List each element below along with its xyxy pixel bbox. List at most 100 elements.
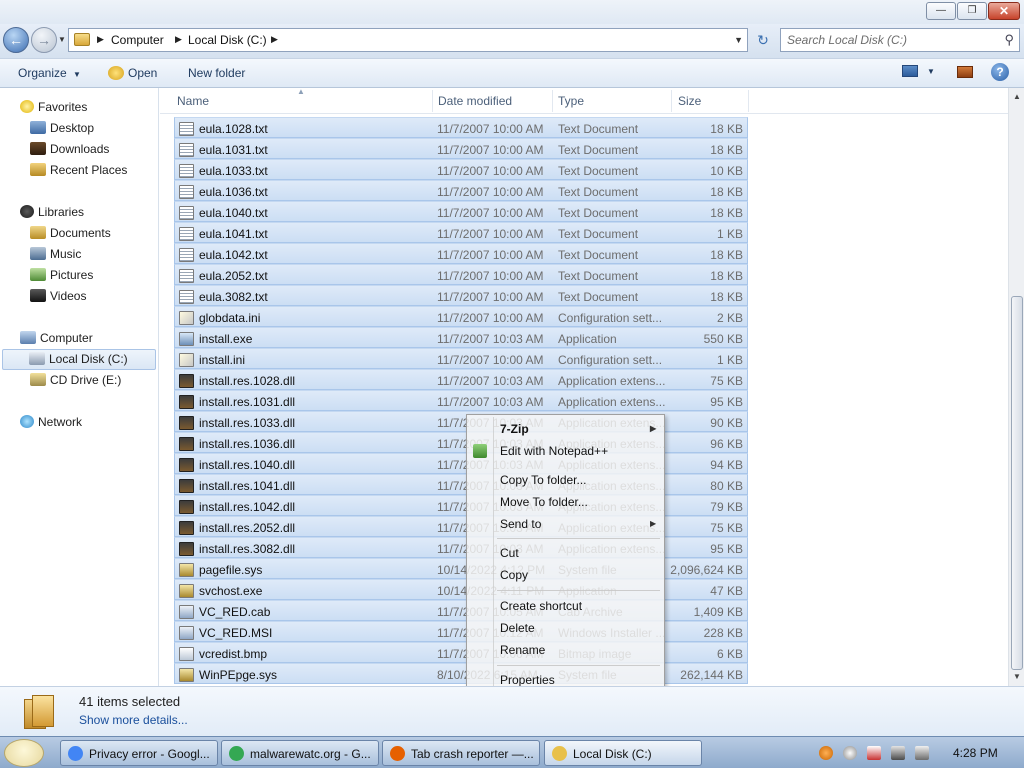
menu-item-create-shortcut[interactable]: Create shortcut	[500, 599, 582, 613]
new-folder-button[interactable]: New folder	[188, 66, 245, 80]
column-header-date[interactable]: Date modified	[438, 94, 512, 108]
scrollbar-thumb[interactable]	[1011, 296, 1023, 670]
file-row[interactable]: eula.2052.txt 11/7/2007 10:00 AM Text Docu…	[174, 264, 748, 285]
search-tray-icon[interactable]	[819, 746, 833, 760]
file-row[interactable]: eula.1033.txt 11/7/2007 10:00 AM Text Docu…	[174, 159, 748, 180]
menu-item-rename[interactable]: Rename	[500, 643, 545, 657]
search-box[interactable]: ⚲	[780, 28, 1020, 52]
search-icon[interactable]: ⚲	[1004, 32, 1014, 48]
nav-desktop[interactable]: Desktop	[30, 121, 94, 135]
preview-pane-icon[interactable]	[957, 66, 973, 78]
breadcrumb-separator-icon[interactable]: ▶	[271, 34, 278, 45]
nav-network[interactable]: Network	[20, 415, 82, 429]
file-row[interactable]: eula.1031.txt 11/7/2007 10:00 AM Text Docu…	[174, 138, 748, 159]
file-size: 18 KB	[710, 143, 743, 157]
nav-pictures[interactable]: Pictures	[30, 268, 93, 282]
taskbar-button[interactable]: Privacy error - Googl...	[60, 740, 218, 766]
menu-item-7zip[interactable]: 7-Zip ▶	[500, 422, 660, 436]
forward-button[interactable]: →	[31, 27, 57, 53]
nav-music[interactable]: Music	[30, 247, 81, 261]
computer-icon	[20, 331, 36, 344]
column-divider[interactable]	[748, 90, 749, 112]
open-button[interactable]: Open	[108, 66, 157, 80]
file-date: 11/7/2007 10:00 AM	[437, 185, 544, 199]
change-view-icon[interactable]	[902, 65, 918, 77]
menu-item-move-to-folder[interactable]: Move To folder...	[500, 495, 588, 509]
menu-item-edit-notepad[interactable]: Edit with Notepad++	[500, 444, 608, 458]
nav-documents[interactable]: Documents	[30, 226, 111, 240]
menu-item-copy[interactable]: Copy	[500, 568, 528, 582]
column-header-name[interactable]: Name	[177, 94, 209, 108]
nav-local-disk[interactable]: Local Disk (C:)	[2, 349, 156, 370]
selection-count: 41 items selected	[79, 694, 181, 709]
nav-cd-drive[interactable]: CD Drive (E:)	[30, 373, 121, 387]
file-size: 75 KB	[710, 521, 743, 535]
file-size: 75 KB	[710, 374, 743, 388]
nav-favorites[interactable]: Favorites	[20, 100, 87, 114]
taskbar-button[interactable]: Local Disk (C:)	[544, 740, 702, 766]
menu-item-cut[interactable]: Cut	[500, 546, 519, 560]
nav-videos[interactable]: Videos	[30, 289, 86, 303]
volume-icon[interactable]	[915, 746, 929, 760]
breadcrumb-separator-icon[interactable]: ▶	[97, 34, 104, 45]
context-menu: 7-Zip ▶ Edit with Notepad++ Copy To folde…	[466, 414, 665, 693]
column-header-type[interactable]: Type	[558, 94, 584, 108]
organize-button[interactable]: Organize ▼	[18, 66, 81, 80]
menu-item-send-to[interactable]: Send to ▶	[500, 517, 660, 531]
address-history-dropdown-icon[interactable]: ▼	[734, 35, 743, 45]
nav-downloads[interactable]: Downloads	[30, 142, 109, 156]
file-row[interactable]: eula.3082.txt 11/7/2007 10:00 AM Text Docu…	[174, 285, 748, 306]
address-bar[interactable]: ▶ Computer ▶ Local Disk (C:) ▶ ▼	[68, 28, 748, 52]
view-options-chevron-down-icon[interactable]: ▼	[927, 67, 935, 76]
nav-recent-places[interactable]: Recent Places	[30, 163, 127, 177]
minimize-button[interactable]: —	[926, 2, 956, 20]
vertical-scrollbar[interactable]: ▲ ▼	[1008, 88, 1024, 686]
menu-item-delete[interactable]: Delete	[500, 621, 535, 635]
breadcrumb-local-disk[interactable]: Local Disk (C:)	[188, 33, 267, 47]
nav-videos-label: Videos	[50, 289, 87, 303]
file-row[interactable]: eula.1042.txt 11/7/2007 10:00 AM Text Docu…	[174, 243, 748, 264]
file-row[interactable]: eula.1028.txt 11/7/2007 10:00 AM Text Docu…	[174, 117, 748, 138]
clock[interactable]: 4:28 PM	[953, 746, 998, 760]
breadcrumb-separator-icon[interactable]: ▶	[175, 34, 182, 45]
network-status-icon[interactable]	[891, 746, 905, 760]
file-date: 11/7/2007 10:00 AM	[437, 269, 544, 283]
action-center-icon[interactable]	[843, 746, 857, 760]
scroll-up-icon[interactable]: ▲	[1013, 92, 1021, 101]
breadcrumb-computer[interactable]: Computer	[111, 33, 164, 47]
nav-computer[interactable]: Computer	[20, 331, 93, 345]
column-divider[interactable]	[432, 90, 433, 112]
file-row[interactable]: install.res.1028.dll 11/7/2007 10:03 AM Ap…	[174, 369, 748, 390]
close-button[interactable]: ✕	[988, 2, 1020, 20]
taskbar-button[interactable]: Tab crash reporter —...	[382, 740, 540, 766]
column-divider[interactable]	[671, 90, 672, 112]
file-row[interactable]: eula.1036.txt 11/7/2007 10:00 AM Text Docu…	[174, 180, 748, 201]
menu-item-properties[interactable]: Properties	[500, 673, 555, 687]
refresh-icon[interactable]: ↻	[752, 29, 774, 51]
file-name: eula.1036.txt	[199, 185, 268, 199]
dll-file-icon	[179, 500, 194, 514]
recent-pages-dropdown-icon[interactable]: ▼	[58, 35, 66, 44]
nav-cd-drive-label: CD Drive (E:)	[50, 373, 122, 387]
file-row[interactable]: eula.1041.txt 11/7/2007 10:00 AM Text Docu…	[174, 222, 748, 243]
taskbar-button[interactable]: malwarewatc.org - G...	[221, 740, 379, 766]
help-icon[interactable]: ?	[991, 63, 1009, 81]
file-row[interactable]: install.res.1031.dll 11/7/2007 10:03 AM Ap…	[174, 390, 748, 411]
flag-alert-icon[interactable]	[867, 746, 881, 760]
scroll-down-icon[interactable]: ▼	[1013, 672, 1021, 681]
back-button[interactable]: ←	[3, 27, 29, 53]
show-more-details-link[interactable]: Show more details...	[79, 713, 188, 727]
search-input[interactable]	[785, 31, 995, 49]
file-row[interactable]: install.exe 11/7/2007 10:03 AM Application…	[174, 327, 748, 348]
menu-item-copy-to-folder[interactable]: Copy To folder...	[500, 473, 587, 487]
taskbar-button-label: Tab crash reporter —...	[411, 747, 534, 761]
maximize-button[interactable]: ❐	[957, 2, 987, 20]
start-button[interactable]	[4, 739, 44, 767]
nav-libraries[interactable]: Libraries	[20, 205, 84, 219]
system-tray: 4:28 PM	[815, 740, 1020, 766]
column-header-size[interactable]: Size	[678, 94, 701, 108]
column-divider[interactable]	[552, 90, 553, 112]
file-row[interactable]: install.ini 11/7/2007 10:00 AM Configurati…	[174, 348, 748, 369]
file-row[interactable]: globdata.ini 11/7/2007 10:00 AM Configurat…	[174, 306, 748, 327]
file-row[interactable]: eula.1040.txt 11/7/2007 10:00 AM Text Docu…	[174, 201, 748, 222]
